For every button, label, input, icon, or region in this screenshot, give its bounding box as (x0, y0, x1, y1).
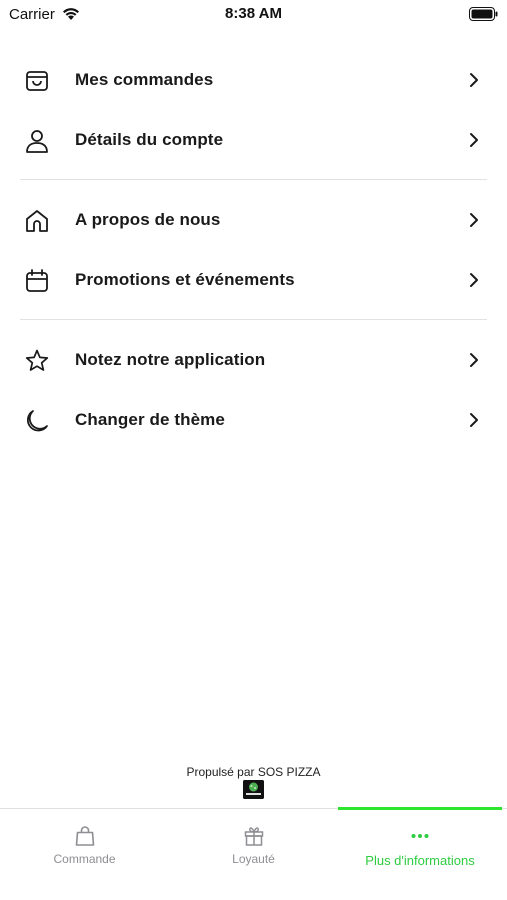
bottom-tab-bar: Commande Loyauté Plus d'informations (0, 807, 507, 900)
menu-item-label: Détails du compte (75, 130, 224, 149)
active-tab-indicator (338, 807, 502, 810)
more-dots-icon (411, 834, 429, 838)
chevron-right-icon (470, 73, 478, 87)
calendar-icon (24, 268, 50, 294)
tab-loyaute[interactable]: Loyauté (169, 809, 338, 900)
menu-divider (20, 319, 487, 320)
status-bar: Carrier 8:38 AM (0, 0, 507, 30)
chevron-right-icon (470, 353, 478, 367)
tab-label: Loyauté (232, 852, 275, 866)
menu-item-label: Changer de thème (75, 410, 225, 429)
menu-item-my-orders[interactable]: Mes commandes (0, 50, 507, 110)
chevron-right-icon (470, 413, 478, 427)
shopping-bag-icon (24, 68, 50, 94)
user-icon (24, 128, 50, 154)
more-info-menu: Mes commandes Détails du compte A propos… (0, 50, 507, 450)
star-icon (24, 348, 50, 374)
menu-item-label: A propos de nous (75, 210, 221, 229)
moon-icon (24, 408, 50, 434)
tab-label: Commande (53, 852, 116, 866)
battery-icon (469, 7, 498, 21)
tab-label: Plus d'informations (365, 853, 475, 868)
tab-commande[interactable]: Commande (0, 809, 169, 900)
menu-item-change-theme[interactable]: Changer de thème (0, 390, 507, 450)
chevron-right-icon (470, 213, 478, 227)
menu-item-promotions-events[interactable]: Promotions et événements (0, 250, 507, 310)
shopping-bag-icon (75, 826, 94, 846)
menu-item-about-us[interactable]: A propos de nous (0, 190, 507, 250)
menu-item-rate-app[interactable]: Notez notre application (0, 330, 507, 390)
chevron-right-icon (470, 133, 478, 147)
powered-by-credit: Propulsé par SOS PIZZA (186, 765, 321, 779)
menu-item-label: Mes commandes (75, 70, 214, 89)
gift-icon (244, 827, 263, 846)
brand-logo (243, 780, 264, 799)
clock-time: 8:38 AM (225, 5, 282, 22)
home-icon (24, 208, 50, 234)
tab-plus-informations[interactable]: Plus d'informations (338, 807, 502, 900)
menu-item-account-details[interactable]: Détails du compte (0, 110, 507, 170)
chevron-right-icon (470, 273, 478, 287)
menu-item-label: Notez notre application (75, 350, 266, 369)
menu-divider (20, 179, 487, 180)
menu-item-label: Promotions et événements (75, 270, 295, 289)
